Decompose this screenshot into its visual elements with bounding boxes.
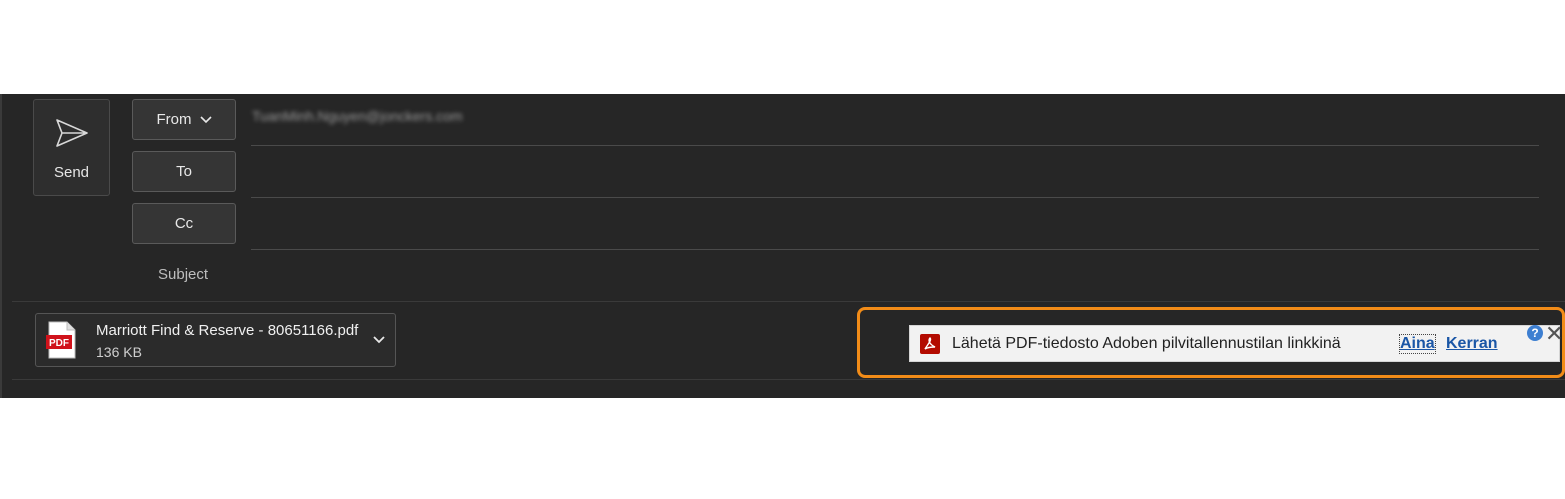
- from-value: TuanMinh.Nguyen@jonckers.com: [252, 108, 463, 124]
- subject-label: Subject: [158, 266, 209, 283]
- send-button[interactable]: Send: [33, 99, 110, 196]
- adobe-cloud-link-bar: Lähetä PDF-tiedosto Adoben pilvitallennu…: [909, 323, 1563, 362]
- help-icon[interactable]: ?: [1527, 325, 1543, 341]
- pdf-file-icon: PDF: [45, 321, 77, 364]
- from-button[interactable]: From: [132, 99, 236, 140]
- header-divider: [12, 301, 1565, 302]
- adobe-bar-text: Lähetä PDF-tiedosto Adoben pilvitallennu…: [952, 335, 1341, 352]
- cc-field[interactable]: [251, 249, 1539, 250]
- compose-window: Send From TuanMinh.Nguyen@jonckers.com T…: [0, 94, 1565, 398]
- to-label: To: [176, 163, 192, 180]
- from-label: From: [156, 111, 192, 128]
- to-button[interactable]: To: [132, 151, 236, 192]
- attachment-chip[interactable]: PDF Marriott Find & Reserve - 80651166.p…: [35, 313, 396, 367]
- cc-button[interactable]: Cc: [132, 203, 236, 244]
- once-link[interactable]: Kerran: [1446, 335, 1498, 353]
- cc-label: Cc: [174, 215, 194, 232]
- send-label: Send: [53, 164, 90, 181]
- from-field-divider: [251, 145, 1539, 146]
- adobe-acrobat-icon: [920, 334, 940, 359]
- send-icon: [56, 119, 88, 147]
- svg-text:PDF: PDF: [49, 338, 69, 349]
- chevron-down-icon: [199, 111, 212, 128]
- close-icon[interactable]: ✕: [1545, 323, 1563, 345]
- attachment-size: 136 KB: [96, 344, 142, 360]
- always-link[interactable]: Aina: [1399, 334, 1436, 354]
- chevron-down-icon[interactable]: [372, 332, 386, 350]
- attachment-divider: [12, 379, 1565, 380]
- attachment-name: Marriott Find & Reserve - 80651166.pdf: [96, 322, 359, 339]
- to-field[interactable]: [251, 197, 1539, 198]
